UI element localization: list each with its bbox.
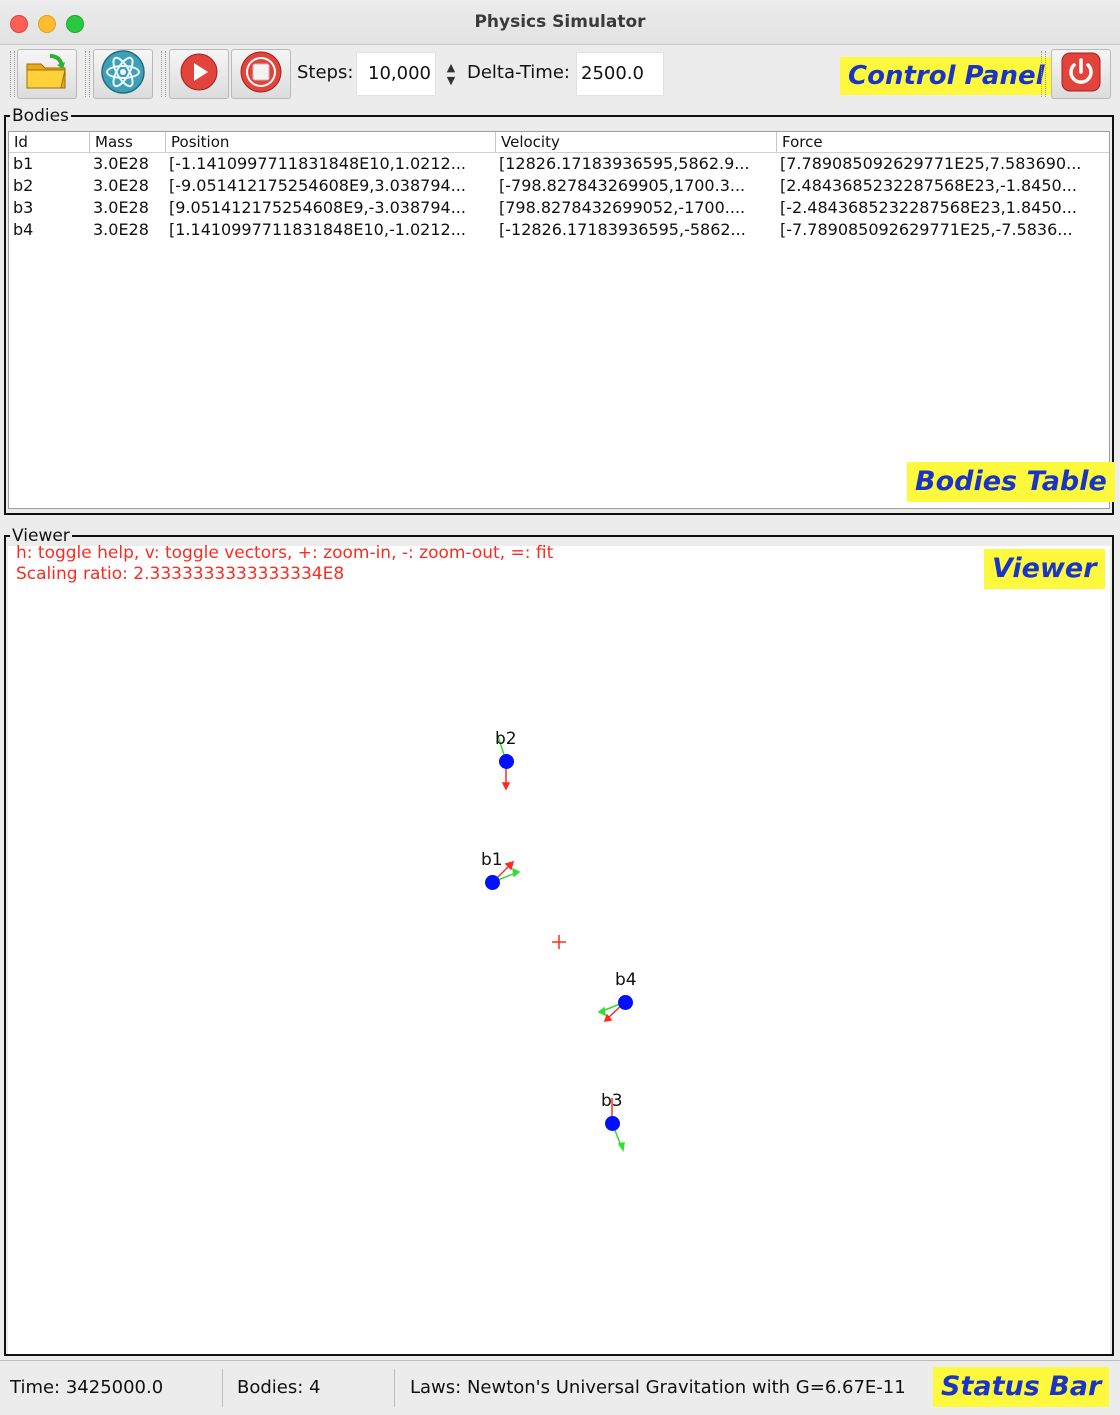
cell-id[interactable]: b4	[9, 219, 89, 241]
cell-mass[interactable]: 3.0E28	[89, 175, 165, 197]
cell-position[interactable]: [9.051412175254608E9,-3.038794...	[165, 197, 495, 219]
status-separator	[394, 1369, 395, 1407]
bodies-panel-title: Bodies	[10, 106, 71, 126]
origin-marker	[552, 935, 566, 949]
body-b3[interactable]	[605, 1116, 620, 1131]
table-row[interactable]: b3 3.0E28 [9.051412175254608E9,-3.038794..…	[9, 197, 1109, 219]
cell-mass[interactable]: 3.0E28	[89, 219, 165, 241]
play-icon	[179, 52, 219, 96]
table-row[interactable]: b4 3.0E28 [1.1410997711831848E10,-1.0212..…	[9, 219, 1109, 241]
body-b1[interactable]	[485, 875, 500, 890]
steps-spinner[interactable]: ▲ ▼	[441, 57, 461, 91]
run-button[interactable]	[169, 49, 229, 99]
control-panel-annotation: Control Panel	[840, 57, 1053, 95]
folder-open-icon	[24, 52, 70, 96]
toolbar-separator	[1041, 51, 1046, 97]
body-b4[interactable]	[618, 995, 633, 1010]
column-header-force[interactable]: Force	[776, 132, 1111, 152]
status-bar: Time: 3425000.0 Bodies: 4 Laws: Newton's…	[0, 1360, 1120, 1415]
column-header-position[interactable]: Position	[165, 132, 495, 152]
body-label-b1: b1	[481, 850, 503, 870]
table-row[interactable]: b2 3.0E28 [-9.051412175254608E9,3.038794..…	[9, 175, 1109, 197]
delta-time-label: Delta-Time:	[467, 62, 570, 83]
chevron-down-icon[interactable]: ▼	[447, 74, 455, 87]
body-label-b4: b4	[615, 970, 637, 990]
status-laws: Laws: Newton's Universal Gravitation wit…	[410, 1377, 906, 1398]
window-title: Physics Simulator	[474, 12, 646, 32]
cell-force[interactable]: [7.789085092629771E25,7.583690...	[776, 153, 1111, 175]
cell-velocity[interactable]: [798.8278432699052,-1700....	[495, 197, 776, 219]
status-bar-annotation: Status Bar	[933, 1367, 1110, 1407]
window-title-bar: Physics Simulator	[0, 0, 1120, 45]
exit-button[interactable]	[1051, 49, 1111, 99]
cell-velocity[interactable]: [-798.827843269905,1700.3...	[495, 175, 776, 197]
body-label-b3: b3	[601, 1091, 623, 1111]
toolbar-separator	[85, 51, 90, 97]
status-separator	[222, 1369, 223, 1407]
body-b2[interactable]	[499, 754, 514, 769]
status-bodies: Bodies: 4	[237, 1377, 321, 1398]
table-row[interactable]: b1 3.0E28 [-1.1410997711831848E10,1.0212..…	[9, 153, 1109, 175]
cell-id[interactable]: b3	[9, 197, 89, 219]
toolbar-grip[interactable]	[10, 51, 15, 97]
chevron-up-icon[interactable]: ▲	[447, 61, 455, 74]
cell-force[interactable]: [-7.789085092629771E25,-7.5836...	[776, 219, 1111, 241]
viewer-canvas[interactable]: h: toggle help, v: toggle vectors, +: zo…	[8, 543, 1110, 1354]
cell-id[interactable]: b1	[9, 153, 89, 175]
cell-force[interactable]: [-2.4843685232287568E23,1.8450...	[776, 197, 1111, 219]
cell-position[interactable]: [-9.051412175254608E9,3.038794...	[165, 175, 495, 197]
steps-input[interactable]: 10,000	[356, 52, 436, 96]
status-time: Time: 3425000.0	[10, 1377, 164, 1398]
cell-velocity[interactable]: [12826.17183936595,5862.9...	[495, 153, 776, 175]
control-panel: Steps: 10,000 ▲ ▼ Delta-Time: 2500.0 Con…	[0, 45, 1120, 103]
physics-laws-button[interactable]	[93, 49, 153, 99]
bodies-table-annotation: Bodies Table	[907, 462, 1115, 502]
cell-position[interactable]: [1.1410997711831848E10,-1.0212...	[165, 219, 495, 241]
open-file-button[interactable]	[17, 49, 77, 99]
toolbar-separator	[161, 51, 166, 97]
cell-force[interactable]: [2.4843685232287568E23,-1.8450...	[776, 175, 1111, 197]
cell-position[interactable]: [-1.1410997711831848E10,1.0212...	[165, 153, 495, 175]
column-header-mass[interactable]: Mass	[89, 132, 165, 152]
cell-id[interactable]: b2	[9, 175, 89, 197]
atom-icon	[100, 49, 146, 99]
cell-velocity[interactable]: [-12826.17183936595,-5862...	[495, 219, 776, 241]
table-header: Id Mass Position Velocity Force	[9, 132, 1109, 153]
stop-button[interactable]	[231, 49, 291, 99]
body-label-b2: b2	[495, 729, 517, 749]
column-header-velocity[interactable]: Velocity	[495, 132, 776, 152]
power-icon	[1060, 51, 1102, 97]
column-header-id[interactable]: Id	[9, 132, 89, 152]
vector-layer	[492, 735, 626, 1153]
bodies-table[interactable]: Id Mass Position Velocity Force b1 3.0E28…	[8, 131, 1115, 509]
steps-label: Steps:	[297, 62, 354, 83]
cell-mass[interactable]: 3.0E28	[89, 197, 165, 219]
stop-icon	[239, 50, 283, 98]
cell-mass[interactable]: 3.0E28	[89, 153, 165, 175]
delta-time-input[interactable]: 2500.0	[576, 52, 664, 96]
